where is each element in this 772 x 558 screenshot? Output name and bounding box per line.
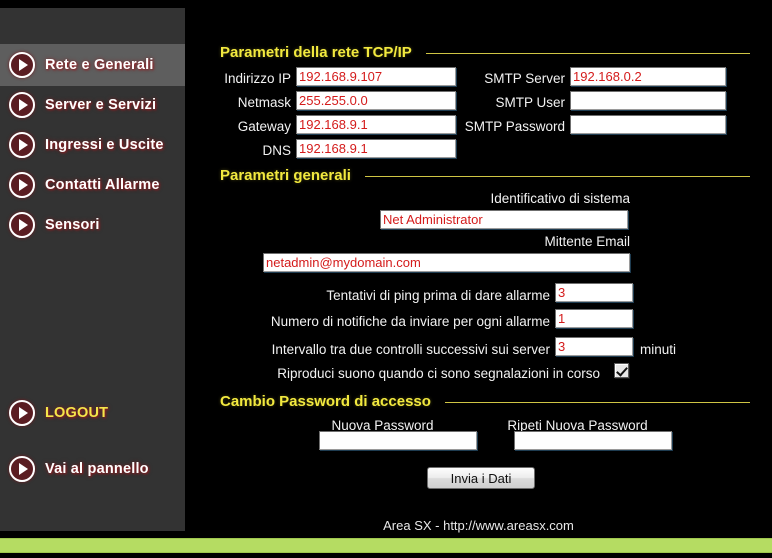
sidebar-item-label: Contatti Allarme [45, 177, 160, 193]
section-divider [425, 53, 750, 54]
sidebar-item-label: Rete e Generali [45, 57, 154, 73]
label-numero-notifiche: Numero di notifiche da inviare per ogni … [270, 314, 550, 329]
submit-button[interactable]: Invia i Dati [427, 467, 535, 489]
app-window: Rete e Generali Server e Servizi Ingress… [0, 0, 772, 558]
input-gateway[interactable] [296, 115, 456, 134]
checkbox-riproduci-suono[interactable] [614, 363, 629, 378]
label-smtp-user: SMTP User [495, 95, 565, 110]
input-smtp-server[interactable] [570, 67, 726, 86]
label-dns: DNS [262, 143, 291, 158]
section-divider [444, 402, 750, 403]
label-gateway: Gateway [237, 119, 291, 134]
label-tentativi-di-ping: Tentativi di ping prima di dare allarme [326, 288, 550, 303]
section-header-password: Cambio Password di accesso [220, 393, 750, 410]
sidebar-item-ingressi-e-uscite[interactable]: Ingressi e Uscite [0, 124, 185, 166]
label-mittente-email: Mittente Email [544, 234, 630, 249]
sidebar-item-logout[interactable]: LOGOUT [0, 392, 185, 434]
label-smtp-password: SMTP Password [464, 119, 565, 134]
sidebar-item-vai-al-pannello[interactable]: Vai al pannello [0, 448, 185, 490]
play-circle-icon [9, 132, 35, 158]
play-circle-icon [9, 456, 35, 482]
input-smtp-user[interactable] [570, 91, 726, 110]
label-intervallo-unit: minuti [640, 342, 677, 357]
sidebar-item-label: Server e Servizi [45, 97, 157, 113]
label-smtp-server: SMTP Server [484, 71, 565, 86]
sidebar-item-label: Ingressi e Uscite [45, 137, 164, 153]
input-ripeti-nuova-password[interactable] [514, 431, 672, 450]
input-smtp-password[interactable] [570, 115, 726, 134]
section-header-network: Parametri della rete TCP/IP [220, 44, 750, 61]
section-title: Cambio Password di accesso [220, 393, 431, 410]
sidebar-item-label: LOGOUT [45, 405, 109, 421]
input-dns[interactable] [296, 139, 456, 158]
footer-credit: Area SX - http://www.areasx.com [383, 518, 574, 533]
play-circle-icon [9, 172, 35, 198]
input-mittente-email[interactable] [263, 253, 630, 272]
section-title: Parametri della rete TCP/IP [220, 44, 412, 61]
label-indirizzo-ip: Indirizzo IP [224, 71, 291, 86]
label-identificativo-di-sistema: Identificativo di sistema [490, 191, 630, 206]
play-circle-icon [9, 92, 35, 118]
input-tentativi-di-ping[interactable] [555, 283, 633, 302]
sidebar-item-sensori[interactable]: Sensori [0, 204, 185, 246]
input-identificativo-di-sistema[interactable] [380, 210, 628, 229]
sidebar-item-contatti-allarme[interactable]: Contatti Allarme [0, 164, 185, 206]
bottom-green-band [0, 538, 772, 553]
input-numero-notifiche[interactable] [555, 309, 633, 328]
input-netmask[interactable] [296, 91, 456, 110]
section-title: Parametri generali [220, 167, 351, 184]
section-divider [364, 176, 750, 177]
label-netmask: Netmask [237, 95, 291, 110]
label-riproduci-suono: Riproduci suono quando ci sono segnalazi… [277, 366, 600, 381]
input-indirizzo-ip[interactable] [296, 67, 456, 86]
sidebar-item-label: Sensori [45, 217, 100, 233]
input-intervallo-controlli[interactable] [555, 337, 633, 356]
label-intervallo-controlli: Intervallo tra due controlli successivi … [271, 342, 550, 357]
play-circle-icon [9, 400, 35, 426]
input-nuova-password[interactable] [319, 431, 477, 450]
play-circle-icon [9, 212, 35, 238]
sidebar: Rete e Generali Server e Servizi Ingress… [0, 8, 185, 531]
section-header-general: Parametri generali [220, 167, 750, 184]
sidebar-item-rete-e-generali[interactable]: Rete e Generali [0, 44, 185, 86]
sidebar-item-label: Vai al pannello [45, 461, 149, 477]
sidebar-item-server-e-servizi[interactable]: Server e Servizi [0, 84, 185, 126]
play-circle-icon [9, 52, 35, 78]
main-content: Parametri della rete TCP/IP Indirizzo IP… [185, 0, 772, 558]
